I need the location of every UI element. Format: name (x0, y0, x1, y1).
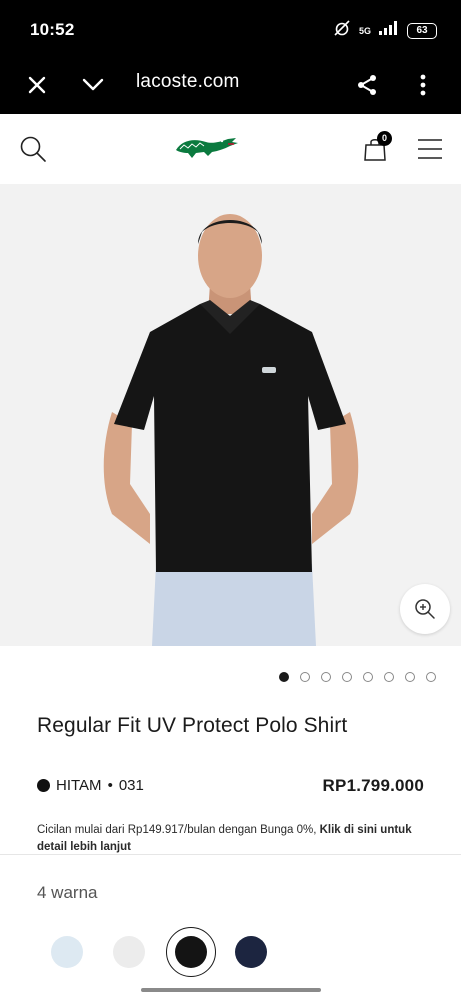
alarm-off-icon (333, 20, 351, 41)
signal-icon (379, 21, 399, 40)
color-swatch (113, 936, 145, 968)
color-swatch-option[interactable] (44, 929, 90, 975)
color-code: 031 (118, 777, 144, 794)
color-swatch-option[interactable] (106, 929, 152, 975)
carousel-dot[interactable] (405, 672, 415, 682)
cart-button[interactable]: 0 (360, 131, 392, 164)
color-name: HITAM (56, 777, 102, 794)
product-image[interactable] (0, 184, 461, 646)
color-swatch-option[interactable] (166, 927, 216, 977)
site-header: 0 (0, 114, 461, 184)
carousel-dot[interactable] (384, 672, 394, 682)
color-swatch-option[interactable] (228, 929, 274, 975)
network-type: 5G (358, 25, 371, 36)
status-time: 10:52 (30, 20, 75, 39)
search-button[interactable] (16, 132, 50, 166)
close-tab-button[interactable] (18, 66, 56, 104)
collapse-button[interactable] (74, 66, 112, 104)
image-carousel-dots (279, 672, 436, 682)
color-dot-icon (37, 779, 50, 792)
search-icon (20, 136, 46, 162)
product-photo (103, 214, 359, 646)
carousel-dot[interactable] (426, 672, 436, 682)
product-title: Regular Fit UV Protect Polo Shirt (37, 714, 348, 737)
more-options-button[interactable] (404, 66, 442, 104)
color-separator: • (107, 777, 113, 794)
carousel-dot[interactable] (363, 672, 373, 682)
status-icons: 5G 63 (333, 20, 437, 41)
carousel-dot[interactable] (279, 672, 289, 682)
variant-panel: 4 warna (0, 855, 461, 1000)
installment-text: Cicilan mulai dari Rp149.917/bulan denga… (37, 824, 317, 836)
browser-toolbar: lacoste.com (0, 56, 461, 114)
menu-button[interactable] (414, 134, 446, 164)
color-swatch (235, 936, 267, 968)
share-button[interactable] (348, 66, 386, 104)
more-vertical-icon (420, 74, 426, 96)
hamburger-menu-icon (418, 139, 442, 159)
carousel-dot[interactable] (300, 672, 310, 682)
zoom-in-icon (415, 599, 435, 619)
carousel-dot[interactable] (321, 672, 331, 682)
zoom-button[interactable] (400, 584, 450, 634)
share-icon (358, 75, 376, 95)
url-text[interactable]: lacoste.com (136, 71, 240, 93)
installment-info: Cicilan mulai dari Rp149.917/bulan denga… (37, 822, 427, 856)
color-swatches (44, 927, 290, 977)
color-swatch (51, 936, 83, 968)
product-price: RP1.799.000 (322, 776, 424, 795)
chevron-down-icon (82, 78, 104, 91)
carousel-dot[interactable] (342, 672, 352, 682)
home-indicator[interactable] (141, 988, 321, 992)
variant-count: 4 warna (37, 883, 98, 902)
color-swatch (175, 936, 207, 968)
lacoste-logo[interactable] (172, 130, 240, 166)
crocodile-logo-icon (176, 138, 238, 158)
close-icon (28, 76, 46, 94)
status-bar: 10:52 5G 63 (0, 0, 461, 56)
selected-color: HITAM • 031 (37, 777, 144, 794)
battery-icon: 63 (407, 22, 437, 39)
cart-count-badge: 0 (377, 131, 392, 146)
